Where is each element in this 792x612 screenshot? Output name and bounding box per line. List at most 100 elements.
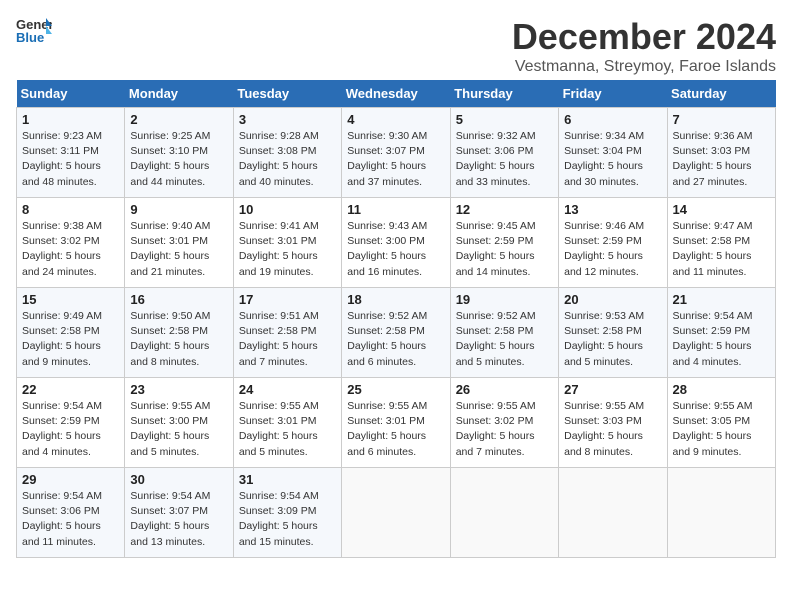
logo-icon: General Blue [16,16,52,44]
table-row: 25Sunrise: 9:55 AM Sunset: 3:01 PM Dayli… [342,378,450,468]
day-info: Sunrise: 9:55 AM Sunset: 3:05 PM Dayligh… [673,399,770,460]
day-info: Sunrise: 9:43 AM Sunset: 3:00 PM Dayligh… [347,219,444,280]
table-row [667,468,775,558]
day-number: 29 [22,472,119,487]
day-info: Sunrise: 9:51 AM Sunset: 2:58 PM Dayligh… [239,309,336,370]
day-number: 8 [22,202,119,217]
day-info: Sunrise: 9:32 AM Sunset: 3:06 PM Dayligh… [456,129,553,190]
header-wednesday: Wednesday [342,80,450,108]
header-thursday: Thursday [450,80,558,108]
table-row: 2Sunrise: 9:25 AM Sunset: 3:10 PM Daylig… [125,108,233,198]
table-row: 5 Sunrise: 9:32 AM Sunset: 3:06 PM Daylig… [450,108,558,198]
day-number: 24 [239,382,336,397]
table-row: 26Sunrise: 9:55 AM Sunset: 3:02 PM Dayli… [450,378,558,468]
day-info: Sunrise: 9:52 AM Sunset: 2:58 PM Dayligh… [456,309,553,370]
header-friday: Friday [559,80,667,108]
calendar-title: December 2024 [512,16,776,58]
day-number: 15 [22,292,119,307]
header-saturday: Saturday [667,80,775,108]
day-number: 12 [456,202,553,217]
day-number: 31 [239,472,336,487]
table-row: 6Sunrise: 9:34 AM Sunset: 3:04 PM Daylig… [559,108,667,198]
table-row: 27Sunrise: 9:55 AM Sunset: 3:03 PM Dayli… [559,378,667,468]
day-info: Sunrise: 9:55 AM Sunset: 3:00 PM Dayligh… [130,399,227,460]
day-number: 3 [239,112,336,127]
calendar-subtitle: Vestmanna, Streymoy, Faroe Islands [512,58,776,76]
table-row: 22Sunrise: 9:54 AM Sunset: 2:59 PM Dayli… [17,378,125,468]
table-row: 19 Sunrise: 9:52 AM Sunset: 2:58 PM Dayli… [450,288,558,378]
week-row-3: 15 Sunrise: 9:49 AM Sunset: 2:58 PM Dayli… [17,288,776,378]
table-row: 15 Sunrise: 9:49 AM Sunset: 2:58 PM Dayli… [17,288,125,378]
table-row: 9Sunrise: 9:40 AM Sunset: 3:01 PM Daylig… [125,198,233,288]
day-info: Sunrise: 9:50 AM Sunset: 2:58 PM Dayligh… [130,309,227,370]
day-info: Sunrise: 9:55 AM Sunset: 3:02 PM Dayligh… [456,399,553,460]
table-row: 23 Sunrise: 9:55 AM Sunset: 3:00 PM Dayli… [125,378,233,468]
day-info: Sunrise: 9:34 AM Sunset: 3:04 PM Dayligh… [564,129,661,190]
day-number: 1 [22,112,119,127]
day-info: Sunrise: 9:54 AM Sunset: 2:59 PM Dayligh… [673,309,770,370]
day-info: Sunrise: 9:54 AM Sunset: 3:07 PM Dayligh… [130,489,227,550]
table-row: 4 Sunrise: 9:30 AM Sunset: 3:07 PM Daylig… [342,108,450,198]
day-number: 18 [347,292,444,307]
table-row: 30Sunrise: 9:54 AM Sunset: 3:07 PM Dayli… [125,468,233,558]
table-row: 31 Sunrise: 9:54 AM Sunset: 3:09 PM Dayli… [233,468,341,558]
day-number: 19 [456,292,553,307]
day-number: 4 [347,112,444,127]
day-number: 23 [130,382,227,397]
table-row: 16Sunrise: 9:50 AM Sunset: 2:58 PM Dayli… [125,288,233,378]
table-row [450,468,558,558]
day-info: Sunrise: 9:36 AM Sunset: 3:03 PM Dayligh… [673,129,770,190]
day-number: 7 [673,112,770,127]
day-info: Sunrise: 9:55 AM Sunset: 3:01 PM Dayligh… [239,399,336,460]
day-number: 28 [673,382,770,397]
calendar-table: Sunday Monday Tuesday Wednesday Thursday… [16,80,776,558]
day-info: Sunrise: 9:23 AM Sunset: 3:11 PM Dayligh… [22,129,119,190]
day-number: 21 [673,292,770,307]
day-info: Sunrise: 9:28 AM Sunset: 3:08 PM Dayligh… [239,129,336,190]
day-number: 14 [673,202,770,217]
calendar-body: 1 Sunrise: 9:23 AM Sunset: 3:11 PM Daylig… [17,108,776,558]
day-number: 20 [564,292,661,307]
header-monday: Monday [125,80,233,108]
day-number: 13 [564,202,661,217]
week-row-5: 29 Sunrise: 9:54 AM Sunset: 3:06 PM Dayli… [17,468,776,558]
table-row: 14 Sunrise: 9:47 AM Sunset: 2:58 PM Dayli… [667,198,775,288]
svg-text:Blue: Blue [16,30,44,44]
table-row [559,468,667,558]
title-area: December 2024 Vestmanna, Streymoy, Faroe… [512,16,776,76]
header-tuesday: Tuesday [233,80,341,108]
week-row-1: 1 Sunrise: 9:23 AM Sunset: 3:11 PM Daylig… [17,108,776,198]
weekday-header-row: Sunday Monday Tuesday Wednesday Thursday… [17,80,776,108]
day-number: 5 [456,112,553,127]
day-info: Sunrise: 9:54 AM Sunset: 2:59 PM Dayligh… [22,399,119,460]
week-row-4: 22Sunrise: 9:54 AM Sunset: 2:59 PM Dayli… [17,378,776,468]
day-info: Sunrise: 9:41 AM Sunset: 3:01 PM Dayligh… [239,219,336,280]
table-row: 18Sunrise: 9:52 AM Sunset: 2:58 PM Dayli… [342,288,450,378]
table-row: 11 Sunrise: 9:43 AM Sunset: 3:00 PM Dayli… [342,198,450,288]
day-number: 17 [239,292,336,307]
day-number: 11 [347,202,444,217]
day-info: Sunrise: 9:45 AM Sunset: 2:59 PM Dayligh… [456,219,553,280]
week-row-2: 8Sunrise: 9:38 AM Sunset: 3:02 PM Daylig… [17,198,776,288]
header-sunday: Sunday [17,80,125,108]
day-info: Sunrise: 9:54 AM Sunset: 3:06 PM Dayligh… [22,489,119,550]
table-row: 28 Sunrise: 9:55 AM Sunset: 3:05 PM Dayli… [667,378,775,468]
table-row: 17 Sunrise: 9:51 AM Sunset: 2:58 PM Dayli… [233,288,341,378]
day-info: Sunrise: 9:30 AM Sunset: 3:07 PM Dayligh… [347,129,444,190]
day-info: Sunrise: 9:54 AM Sunset: 3:09 PM Dayligh… [239,489,336,550]
day-number: 25 [347,382,444,397]
table-row [342,468,450,558]
table-row: 12 Sunrise: 9:45 AM Sunset: 2:59 PM Dayli… [450,198,558,288]
day-number: 27 [564,382,661,397]
day-info: Sunrise: 9:49 AM Sunset: 2:58 PM Dayligh… [22,309,119,370]
table-row: 20 Sunrise: 9:53 AM Sunset: 2:58 PM Dayli… [559,288,667,378]
table-row: 3 Sunrise: 9:28 AM Sunset: 3:08 PM Daylig… [233,108,341,198]
day-info: Sunrise: 9:46 AM Sunset: 2:59 PM Dayligh… [564,219,661,280]
day-info: Sunrise: 9:53 AM Sunset: 2:58 PM Dayligh… [564,309,661,370]
logo: General Blue [16,16,52,44]
table-row: 13 Sunrise: 9:46 AM Sunset: 2:59 PM Dayli… [559,198,667,288]
table-row: 29 Sunrise: 9:54 AM Sunset: 3:06 PM Dayli… [17,468,125,558]
table-row: 1 Sunrise: 9:23 AM Sunset: 3:11 PM Daylig… [17,108,125,198]
table-row: 10Sunrise: 9:41 AM Sunset: 3:01 PM Dayli… [233,198,341,288]
day-info: Sunrise: 9:47 AM Sunset: 2:58 PM Dayligh… [673,219,770,280]
